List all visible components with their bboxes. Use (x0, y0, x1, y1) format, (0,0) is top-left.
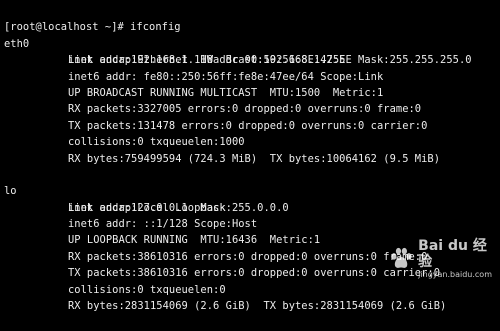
baidu-jingyan-watermark: Bai du 经验 jingyan.baidu.com (388, 238, 492, 280)
lo-line-1: lo Link encap:Local Loopback (0, 167, 500, 213)
watermark-url: jingyan.baidu.com (418, 270, 492, 279)
lo-line-4: UP LOOPBACK RUNNING MTU:16436 Metric:1 (0, 216, 500, 246)
eth0-line-8: RX bytes:759499594 (724.3 MiB) TX bytes:… (0, 134, 500, 165)
eth0-line-4: UP BROADCAST RUNNING MULTICAST MTU:1500 … (0, 69, 500, 99)
watermark-text-block: Bai du 经验 jingyan.baidu.com (418, 238, 492, 280)
baidu-paw-icon (391, 247, 412, 268)
eth0-line-6: TX packets:131478 errors:0 dropped:0 ove… (0, 101, 500, 132)
eth0-line-5: RX packets:3327005 errors:0 dropped:0 ov… (0, 85, 500, 115)
lo-line-8: RX bytes:2831154069 (2.6 GiB) TX bytes:2… (0, 282, 500, 312)
eth0-line-7: collisions:0 txqueuelen:1000 (0, 118, 500, 148)
prompt-line: [root@localhost ~]# ifconfig (0, 3, 500, 33)
eth0-line-3: inet6 addr: fe80::250:56ff:fe8e:47ee/64 … (0, 52, 500, 83)
eth0-line-2: inet addr:192.168.1.118 Bcast:192.168.1.… (0, 36, 500, 66)
lo-bytes: RX bytes:2831154069 (2.6 GiB) TX bytes:2… (68, 300, 447, 313)
lo-line-2: inet addr:127.0.0.1 Mask:255.0.0.0 (0, 183, 500, 214)
watermark-brand: Bai du 经验 (418, 238, 487, 270)
lo-line-3: inet6 addr: ::1/128 Scope:Host (0, 200, 500, 230)
eth0-line-1: eth0 Link encap:Ethernet HWaddr 00:50:56… (0, 19, 500, 66)
terminal-window[interactable]: [root@localhost ~]# ifconfig eth0 Link e… (0, 0, 500, 312)
